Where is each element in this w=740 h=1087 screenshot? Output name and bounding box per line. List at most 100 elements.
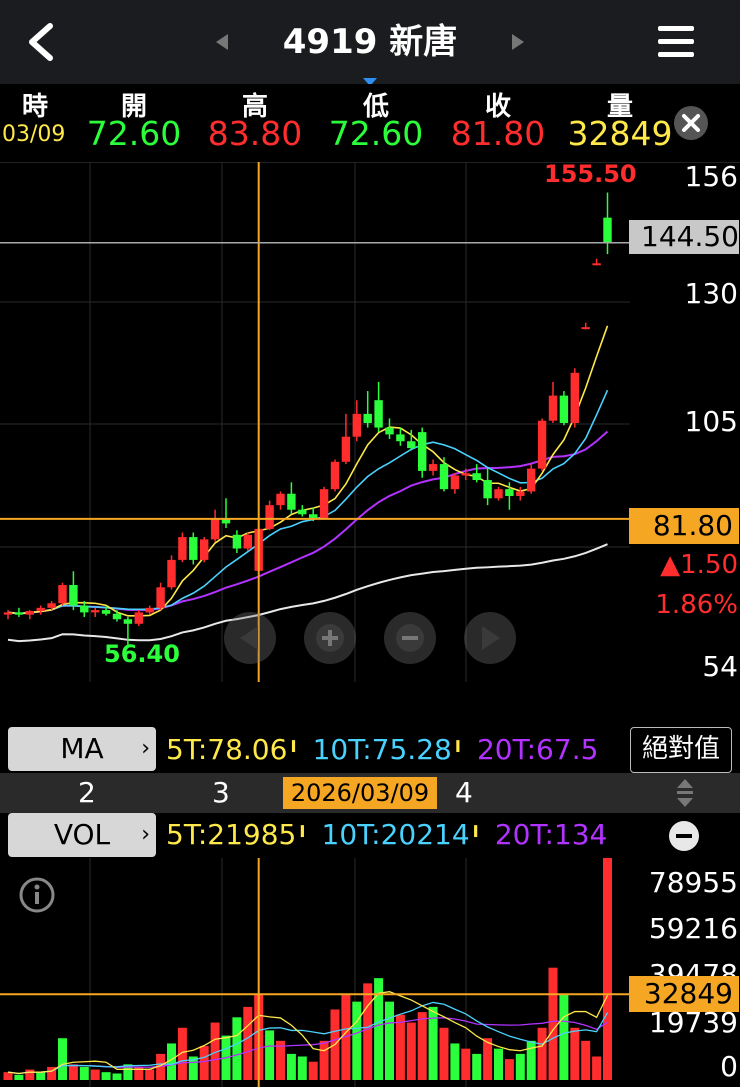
candle	[592, 263, 601, 266]
ma-indicator-button[interactable]: MA ›	[8, 727, 156, 771]
candle	[36, 607, 45, 612]
candle	[537, 420, 547, 469]
ma-label: MA	[60, 732, 104, 765]
candle	[101, 610, 111, 614]
volume-bar	[450, 1043, 460, 1080]
ma20-line	[7, 430, 609, 615]
volume-bar	[439, 1027, 449, 1080]
candle	[309, 514, 318, 518]
volume-bar	[232, 1017, 242, 1080]
volume-bar	[243, 1006, 253, 1080]
zoom-out-button[interactable]	[384, 612, 436, 664]
volume-chart[interactable]	[0, 858, 630, 1087]
open-value: 72.60	[86, 114, 182, 153]
date-tick: 3	[212, 776, 230, 809]
volume-bar	[36, 1072, 46, 1080]
hamburger-menu-icon	[658, 26, 694, 57]
volume-bar	[548, 967, 558, 1080]
candle	[58, 585, 67, 604]
ma5-marker-icon: ╹	[287, 740, 300, 764]
low-value: 72.60	[328, 114, 424, 153]
candle	[189, 537, 198, 560]
candle	[319, 489, 329, 518]
candle	[559, 395, 569, 423]
candle	[352, 413, 361, 437]
ma10-value: 10T:75.28	[312, 733, 452, 766]
volume-bar	[494, 1048, 503, 1080]
zoom-out-icon	[396, 624, 424, 652]
ma20-value: 20T:67.5	[476, 733, 599, 766]
candle	[14, 612, 24, 615]
volume-bar	[265, 1030, 275, 1080]
scroll-right-button[interactable]	[464, 612, 516, 664]
volume-bar	[286, 1053, 296, 1080]
volume-bar	[504, 1059, 514, 1080]
candle	[472, 473, 481, 481]
vol-ma10-value: 10T:20214	[321, 818, 470, 851]
candle	[461, 473, 470, 476]
candle	[91, 610, 100, 613]
vol-indicator-button[interactable]: VOL ›	[8, 813, 156, 857]
volume-bar	[58, 1038, 67, 1080]
close-icon	[674, 106, 708, 140]
candle	[570, 372, 579, 423]
vol-label: VOL	[53, 818, 111, 851]
ohlc-bar: 時 開 高 低 收 量 03/09 72.60 83.80 72.60 81.8…	[0, 84, 740, 163]
collapse-volume-button[interactable]	[668, 820, 700, 852]
price-axis-label: 156	[684, 160, 738, 193]
info-button[interactable]	[18, 876, 56, 914]
candle	[450, 475, 460, 490]
absolute-value-button[interactable]: 絕對值	[630, 727, 732, 773]
info-icon	[19, 877, 55, 913]
low-annotation: 56.40	[104, 640, 180, 668]
candle	[265, 505, 274, 529]
vol-ma5-marker-icon: ╹	[296, 825, 309, 849]
ma5-line	[7, 325, 609, 617]
candle	[69, 585, 78, 606]
candle	[374, 400, 383, 428]
candle	[232, 534, 242, 549]
candle	[407, 441, 416, 449]
candle	[494, 489, 503, 499]
last-price-box: 81.80	[629, 508, 739, 544]
chevron-right-icon: ›	[141, 736, 150, 761]
candle	[47, 603, 56, 608]
candle	[156, 587, 165, 608]
volume-bar	[406, 1022, 416, 1080]
price-axis-label: 54	[702, 650, 738, 683]
candle	[505, 489, 514, 497]
volume-bar	[603, 858, 612, 1080]
candle	[385, 427, 394, 435]
candle	[167, 559, 176, 588]
candle	[527, 468, 536, 492]
menu-button[interactable]	[656, 22, 696, 62]
next-stock-button[interactable]	[508, 30, 528, 54]
volume-bar	[308, 1061, 318, 1080]
candle	[210, 518, 220, 540]
volume-bar	[14, 1074, 24, 1080]
date-axis[interactable]: 2 3 2026/03/09 4	[0, 773, 740, 813]
volume-value: 32849	[567, 114, 673, 153]
candle	[134, 612, 143, 624]
vol-ma10-marker-icon: ╹	[469, 825, 482, 849]
time-label: 時	[21, 92, 48, 122]
date-tick: 4	[455, 776, 473, 809]
high-annotation: 155.50	[544, 160, 637, 188]
resize-handle[interactable]	[672, 775, 698, 811]
candle	[428, 464, 438, 471]
volume-axis-label: 19739	[648, 1006, 738, 1039]
price-chart[interactable]	[0, 162, 630, 682]
price-axis-label: 130	[684, 277, 738, 310]
scroll-left-button[interactable]	[224, 612, 276, 664]
candle	[123, 619, 133, 624]
candle	[330, 461, 340, 490]
price-axis-label: 105	[684, 405, 738, 438]
vol-ma-values: 5T:21985╹ 10T:20214╹ 20T:134	[166, 818, 628, 854]
zoom-in-button[interactable]	[304, 612, 356, 664]
close-ohlc-button[interactable]	[672, 104, 710, 142]
volume-bar	[592, 1056, 602, 1080]
candle	[363, 413, 372, 423]
volume-bar	[526, 1040, 536, 1080]
volume-axis-label: 0	[720, 1050, 738, 1083]
volume-bar	[483, 1038, 493, 1080]
